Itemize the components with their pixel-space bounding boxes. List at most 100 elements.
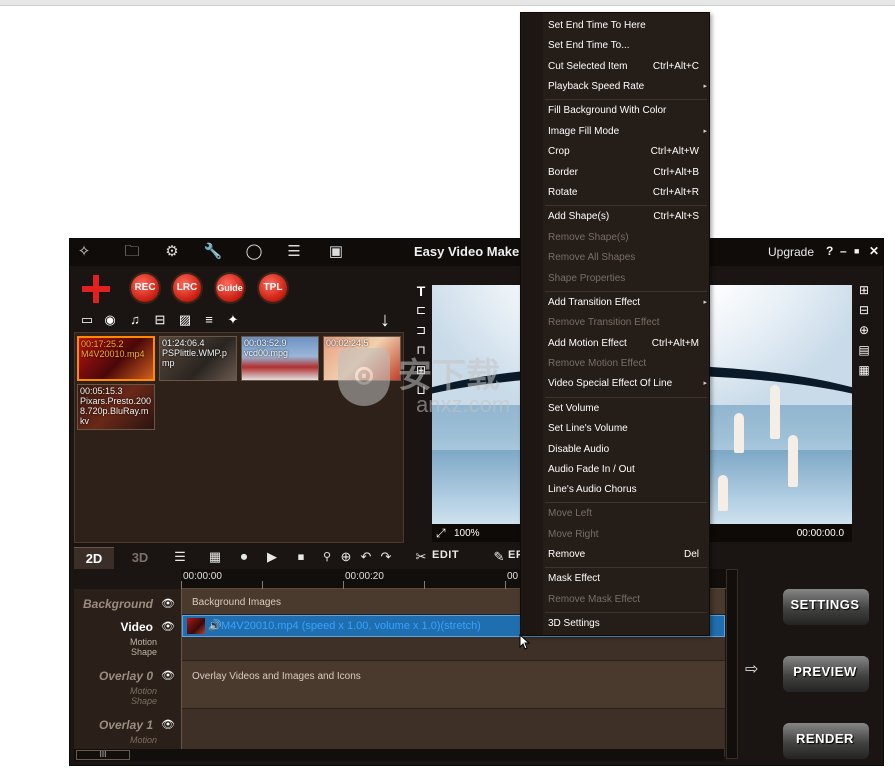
- render-button[interactable]: RENDER: [775, 711, 875, 765]
- subtitle-icon[interactable]: ⊟: [151, 311, 169, 329]
- image-icon[interactable]: ▨: [176, 311, 194, 329]
- music-note-icon[interactable]: ♫: [126, 311, 144, 329]
- lrc-button[interactable]: LRC: [173, 274, 201, 302]
- camera-icon[interactable]: ◉: [101, 311, 119, 329]
- maximize-button[interactable]: ■: [854, 246, 859, 256]
- pin-icon[interactable]: ✦: [224, 311, 242, 329]
- media-thumb[interactable]: 01:24:06.4 PSPlittle.WMP.p mp: [159, 336, 237, 381]
- folder-icon[interactable]: 🗀: [122, 243, 142, 261]
- play-icon[interactable]: ▶: [263, 548, 281, 566]
- tab-2d[interactable]: 2D: [74, 547, 114, 569]
- download-arrow-icon[interactable]: ↓: [380, 309, 390, 332]
- menu-item-label: Remove All Shapes: [548, 252, 636, 263]
- text-tool-icon[interactable]: T: [413, 283, 429, 299]
- close-button[interactable]: ✕: [869, 244, 879, 258]
- timeline-horizontal-scrollbar[interactable]: III: [74, 749, 724, 761]
- eye-icon[interactable]: 👁: [161, 669, 175, 682]
- tpl-button[interactable]: TPL: [259, 274, 287, 302]
- tab-3d[interactable]: 3D: [122, 547, 158, 569]
- minimize-button[interactable]: –: [840, 244, 847, 258]
- video-row-lower[interactable]: [182, 637, 725, 661]
- timeline-vertical-scrollbar[interactable]: [726, 569, 738, 759]
- track-sub-shape[interactable]: Shape: [131, 647, 157, 657]
- 3d-box-icon[interactable]: ▦: [856, 363, 872, 379]
- track-sub-shape[interactable]: Shape: [131, 696, 157, 706]
- record-icon[interactable]: ⏺: [235, 548, 253, 566]
- chat-icon[interactable]: ◯: [244, 243, 264, 261]
- grid-icon[interactable]: ⊞: [856, 283, 872, 299]
- redo-icon[interactable]: ↷: [377, 548, 395, 566]
- menu-item-crop[interactable]: Crop Ctrl+Alt+W: [543, 143, 709, 161]
- menu-item-video-special-effect[interactable]: Video Special Effect Of Line ▸: [543, 375, 709, 393]
- database-icon[interactable]: ☰: [284, 243, 304, 261]
- undo-icon[interactable]: ↶: [357, 548, 375, 566]
- panel-icon[interactable]: ▤: [856, 343, 872, 359]
- add-media-button[interactable]: [80, 273, 112, 305]
- align-right-icon[interactable]: ⊐: [413, 323, 429, 339]
- menu-item-set-line-volume[interactable]: Set Line's Volume: [543, 420, 709, 438]
- track-sub-motion[interactable]: Motion: [130, 735, 157, 745]
- expand-icon[interactable]: ⤢: [436, 526, 446, 541]
- menu-item-mask-effect[interactable]: Mask Effect: [543, 570, 709, 588]
- menu-item-label: Set End Time To Here: [548, 20, 646, 31]
- preview-person: [770, 385, 780, 439]
- eye-icon[interactable]: 👁: [161, 718, 175, 731]
- zoom-out-icon[interactable]: ⚲: [318, 548, 336, 566]
- menu-item-rotate[interactable]: Rotate Ctrl+Alt+R: [543, 184, 709, 202]
- menu-item-set-volume[interactable]: Set Volume: [543, 400, 709, 418]
- menu-item-move-left: Move Left: [543, 505, 709, 523]
- text-list-icon[interactable]: ≡: [200, 311, 218, 329]
- split-icon[interactable]: ⊟: [856, 303, 872, 319]
- menu-item-3d-settings[interactable]: 3D Settings: [543, 615, 709, 633]
- preview-button[interactable]: PREVIEW: [775, 644, 875, 702]
- menu-item-add-transition[interactable]: Add Transition Effect ▸: [543, 294, 709, 312]
- align-left-icon[interactable]: ⊏: [413, 303, 429, 319]
- scissors-icon[interactable]: ✂: [412, 548, 430, 566]
- media-thumb[interactable]: 00:17:25.2 M4V20010.mp4: [77, 336, 155, 381]
- menu-item-remove[interactable]: Remove Del: [543, 546, 709, 564]
- upgrade-link[interactable]: Upgrade: [768, 245, 814, 259]
- gear-icon[interactable]: ⚙: [162, 243, 182, 261]
- target-icon[interactable]: ⊕: [856, 323, 872, 339]
- menu-item-label: Remove Shape(s): [548, 232, 629, 243]
- help-button[interactable]: ?: [826, 244, 833, 258]
- menu-item-fill-background[interactable]: Fill Background With Color: [543, 102, 709, 120]
- settings-button[interactable]: SETTINGS: [775, 577, 875, 635]
- menu-item-add-shapes[interactable]: Add Shape(s) Ctrl+Alt+S: [543, 208, 709, 226]
- wrench-icon[interactable]: 🔧: [203, 243, 223, 261]
- menu-item-label: Rotate: [548, 187, 578, 198]
- screen-icon[interactable]: ▣: [326, 243, 346, 261]
- eye-icon[interactable]: 👁: [161, 620, 175, 633]
- menu-item-label: Mask Effect: [548, 573, 601, 584]
- speaker-icon[interactable]: 🔊: [208, 619, 222, 632]
- track-sub-motion[interactable]: Motion: [130, 686, 157, 696]
- menu-item-border[interactable]: Border Ctrl+Alt+B: [543, 164, 709, 182]
- film-icon[interactable]: ▭: [78, 311, 96, 329]
- media-thumb[interactable]: 00:05:15.3 Pixars.Presto.200 8.720p.BluR…: [77, 384, 155, 430]
- menu-item-label: Cut Selected Item: [548, 61, 628, 72]
- menu-item-image-fill-mode[interactable]: Image Fill Mode ▸: [543, 123, 709, 141]
- menu-item-audio-chorus[interactable]: Line's Audio Chorus: [543, 481, 709, 499]
- track-sub-motion[interactable]: Motion: [130, 637, 157, 647]
- scroll-thumb[interactable]: III: [76, 750, 130, 760]
- list-view-icon[interactable]: ☰: [171, 548, 189, 566]
- rec-button[interactable]: REC: [131, 274, 159, 302]
- magic-wand-icon[interactable]: ✧: [74, 243, 94, 261]
- grid-view-icon[interactable]: ▦: [206, 548, 224, 566]
- edit-button[interactable]: EDIT: [432, 549, 459, 561]
- thumb-duration: 00:17:25.2: [81, 339, 124, 349]
- guide-button[interactable]: Guide: [216, 274, 244, 302]
- media-thumb[interactable]: 00:03:52.9 vcd00.mpg: [241, 336, 319, 381]
- zoom-in-icon[interactable]: ⊕: [337, 548, 355, 566]
- menu-item-set-end-here[interactable]: Set End Time To Here: [543, 17, 709, 35]
- menu-item-cut[interactable]: Cut Selected Item Ctrl+Alt+C: [543, 58, 709, 76]
- menu-item-set-end-to[interactable]: Set End Time To...: [543, 37, 709, 55]
- eye-icon[interactable]: 👁: [161, 597, 175, 610]
- menu-item-disable-audio[interactable]: Disable Audio: [543, 441, 709, 459]
- menu-item-playback-speed[interactable]: Playback Speed Rate ▸: [543, 78, 709, 96]
- overlay0-row[interactable]: Overlay Videos and Images and Icons: [182, 661, 725, 709]
- menu-item-add-motion[interactable]: Add Motion Effect Ctrl+Alt+M: [543, 335, 709, 353]
- pencil-icon[interactable]: ✎: [490, 548, 508, 566]
- stop-icon[interactable]: ⏹: [292, 548, 310, 566]
- menu-item-audio-fade[interactable]: Audio Fade In / Out: [543, 461, 709, 479]
